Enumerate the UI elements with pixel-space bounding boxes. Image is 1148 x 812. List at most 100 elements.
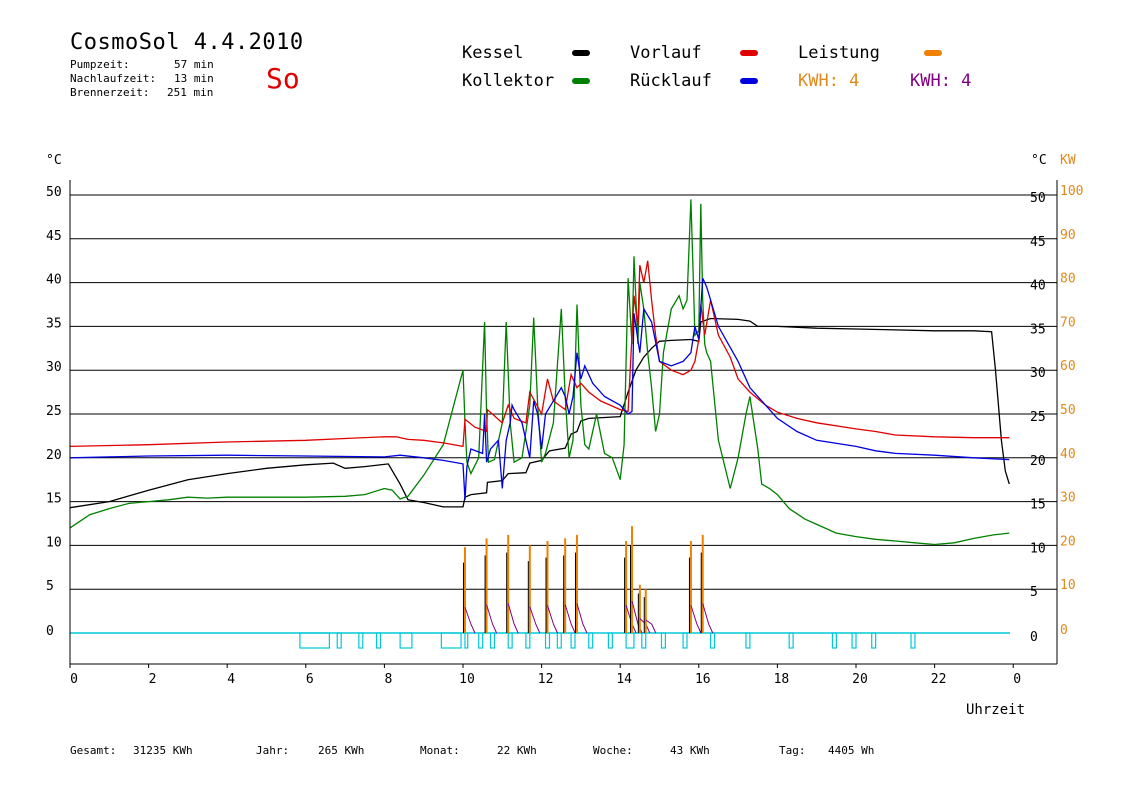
pump-block	[625, 632, 635, 649]
x-tick-label: 0	[1013, 672, 1021, 687]
y-tick-label-left: 45	[46, 229, 62, 244]
pump-block	[336, 632, 342, 649]
pump-block	[660, 632, 666, 649]
y-tick-label-left: 50	[46, 185, 62, 200]
x-axis-label: Uhrzeit	[966, 702, 1025, 718]
y-tick-label-right: 40	[1030, 279, 1046, 294]
y-tick-label-kw: 20	[1060, 534, 1076, 549]
x-tick-label: 10	[459, 672, 475, 687]
y-tick-label-left: 25	[46, 404, 62, 419]
pump-block	[464, 632, 469, 649]
pump-block	[525, 632, 531, 649]
pump-block	[570, 632, 576, 649]
y-tick-label-left: 10	[46, 535, 62, 550]
x-tick-label: 22	[931, 672, 947, 687]
pump-block	[682, 632, 688, 649]
pump-block	[709, 632, 716, 649]
pump-block	[399, 632, 413, 649]
x-tick-label: 14	[616, 672, 632, 687]
temperature-chart: 50 50 10045 45 9040 40 8035 35 7030 30 6025 25 5020 2…	[46, 153, 1083, 718]
power-kwh-trace	[529, 606, 541, 634]
y-tick-label-left: 40	[46, 273, 62, 288]
x-tick-label: 16	[695, 672, 711, 687]
power-kwh-trace	[486, 604, 498, 634]
y-tick-label-kw: 100	[1060, 184, 1083, 199]
x-tick-label: 20	[852, 672, 868, 687]
power-kwh-trace	[464, 607, 476, 634]
footer-value-gesamt: 31235 KWh	[133, 744, 193, 757]
y-tick-label-right: 15	[1030, 498, 1046, 513]
footer-value-jahr: 265 KWh	[318, 744, 365, 757]
y-tick-label-left: 5	[46, 579, 54, 594]
y-tick-label-left: 35	[46, 316, 62, 331]
y-tick-label-left: 15	[46, 492, 62, 507]
y-tick-label-right: 0	[1030, 630, 1038, 645]
pump-block	[375, 632, 382, 649]
y-tick-label-left: 20	[46, 448, 62, 463]
x-tick-label: 0	[70, 672, 78, 687]
y-tick-label-kw: 60	[1060, 359, 1076, 374]
x-tick-label: 18	[774, 672, 790, 687]
y-tick-label-left: 30	[46, 360, 62, 375]
pump-block	[440, 632, 462, 649]
footer-value-woche: 43 KWh	[670, 744, 710, 757]
series-line-vorlauf	[69, 260, 1010, 448]
series-line-kollektor	[69, 199, 1010, 546]
x-tick-label: 12	[538, 672, 554, 687]
pump-block	[299, 632, 330, 649]
y-axis-unit-kw: KW	[1060, 153, 1076, 168]
power-kwh-trace	[702, 603, 714, 634]
pump-block	[871, 632, 877, 649]
series-line-rcklauf	[69, 277, 1010, 500]
footer-value-tag: 4405 Wh	[828, 744, 875, 757]
power-kwh-trace	[690, 605, 702, 634]
x-tick-label: 2	[149, 672, 157, 687]
pump-block	[910, 632, 916, 649]
pump-block	[588, 632, 594, 649]
pump-block	[607, 632, 613, 649]
y-tick-label-left: 0	[46, 624, 54, 639]
y-tick-label-kw: 0	[1060, 623, 1068, 638]
pump-block	[788, 632, 794, 649]
y-tick-label-right: 5	[1030, 585, 1038, 600]
pump-block	[544, 632, 551, 649]
pump-block	[851, 632, 857, 649]
y-tick-label-kw: 70	[1060, 315, 1076, 330]
x-tick-label: 6	[306, 672, 314, 687]
y-tick-label-kw: 10	[1060, 578, 1076, 593]
power-kwh-trace	[576, 603, 588, 634]
y-tick-label-kw: 90	[1060, 228, 1076, 243]
pump-block	[641, 632, 647, 649]
footer-label-gesamt: Gesamt:	[70, 744, 117, 757]
footer-value-monat: 22 KWh	[497, 744, 537, 757]
y-tick-label-kw: 30	[1060, 491, 1076, 506]
power-kwh-trace	[547, 605, 558, 634]
y-axis-unit-left: °C	[46, 153, 62, 168]
pump-block	[556, 632, 562, 649]
y-tick-label-kw: 40	[1060, 447, 1076, 462]
pump-block	[507, 632, 513, 649]
y-tick-label-right: 45	[1030, 235, 1046, 250]
pump-block	[478, 632, 484, 649]
footer-label-jahr: Jahr:	[256, 744, 290, 757]
y-tick-label-right: 35	[1030, 322, 1046, 337]
pump-block	[489, 632, 496, 649]
y-tick-label-right: 30	[1030, 366, 1046, 381]
y-tick-label-kw: 50	[1060, 403, 1076, 418]
footer-label-monat: Monat:	[420, 744, 460, 757]
footer-label-woche: Woche:	[593, 744, 633, 757]
y-axis-unit-right: °C	[1031, 153, 1047, 168]
x-tick-label: 8	[384, 672, 392, 687]
y-tick-label-right: 10	[1030, 541, 1046, 556]
y-tick-label-kw: 80	[1060, 272, 1076, 287]
power-kwh-trace	[507, 603, 519, 634]
y-tick-label-right: 25	[1030, 410, 1046, 425]
x-tick-label: 4	[227, 672, 235, 687]
power-kwh-trace	[564, 604, 576, 634]
pump-block	[745, 632, 751, 649]
pump-block	[831, 632, 837, 649]
y-tick-label-right: 20	[1030, 454, 1046, 469]
series-line-kessel	[69, 317, 1010, 509]
y-tick-label-right: 50	[1030, 191, 1046, 206]
pump-block	[358, 632, 364, 649]
